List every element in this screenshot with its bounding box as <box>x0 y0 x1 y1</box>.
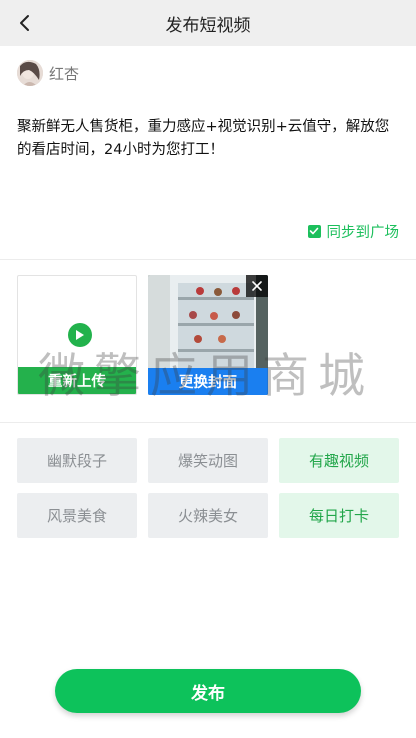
tag-humor[interactable]: 幽默段子 <box>17 438 137 483</box>
publish-button[interactable]: 发布 <box>55 669 361 713</box>
cover-image[interactable]: 更换封面 <box>148 275 268 395</box>
change-cover-button[interactable]: 更换封面 <box>148 368 268 395</box>
checkbox[interactable] <box>307 224 321 238</box>
tag-funny-gif[interactable]: 爆笑动图 <box>148 438 268 483</box>
avatar[interactable] <box>17 60 43 86</box>
reupload-button[interactable]: 重新上传 <box>18 367 136 394</box>
user-info: 红杏 <box>17 59 79 87</box>
remove-cover-button[interactable] <box>246 275 268 297</box>
chevron-left-icon <box>20 15 29 31</box>
avatar-image <box>17 60 43 86</box>
back-button[interactable] <box>10 8 40 38</box>
tag-interesting-video[interactable]: 有趣视频 <box>279 438 399 483</box>
play-icon <box>76 330 84 340</box>
close-icon <box>252 281 262 291</box>
tag-hot-girls[interactable]: 火辣美女 <box>148 493 268 538</box>
page-title: 发布短视频 <box>165 15 251 36</box>
tag-scenery-food[interactable]: 风景美食 <box>17 493 137 538</box>
tag-daily-checkin[interactable]: 每日打卡 <box>279 493 399 538</box>
username: 红杏 <box>49 64 80 83</box>
check-icon <box>309 227 319 235</box>
play-button[interactable] <box>68 323 92 347</box>
category-tags: 幽默段子 爆笑动图 有趣视频 风景美食 火辣美女 每日打卡 <box>17 438 399 538</box>
divider <box>0 422 416 423</box>
nav-bar: 发布短视频 <box>0 0 416 46</box>
video-thumbnail[interactable]: 重新上传 <box>17 275 137 395</box>
sync-label: 同步到广场 <box>326 224 400 241</box>
post-content-text[interactable]: 聚新鲜无人售货柜，重力感应+视觉识别+云值守，解放您的看店时间，24小时为您打工… <box>17 116 402 162</box>
divider <box>0 259 416 260</box>
sync-to-plaza-checkbox[interactable]: 同步到广场 <box>307 221 400 241</box>
